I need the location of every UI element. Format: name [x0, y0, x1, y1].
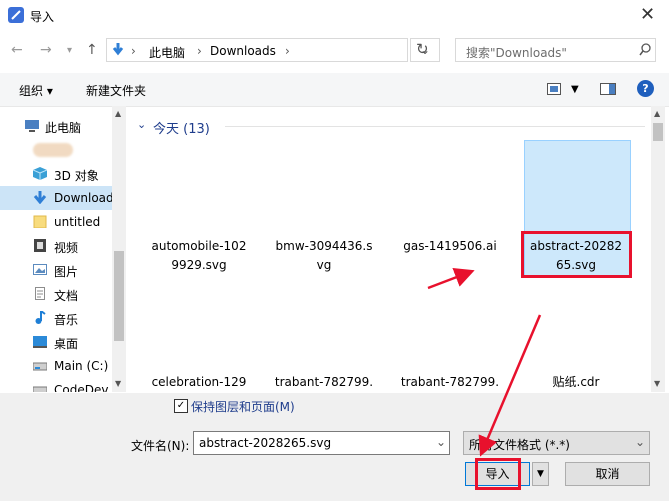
- file-automobile[interactable]: automobile-102 9929.svg: [144, 237, 254, 275]
- sidebar-item-label: 视频: [54, 241, 79, 255]
- search-icon[interactable]: [638, 42, 652, 58]
- chevron-down-icon[interactable]: ▼: [571, 84, 579, 95]
- annotation-arrow: [427, 267, 475, 290]
- sidebar-item-main-drive[interactable]: Main (C:): [0, 354, 112, 378]
- filename-input[interactable]: abstract-2028265.svg ⌄: [193, 431, 450, 455]
- sidebar-item-label: untitled: [54, 215, 101, 229]
- preview-pane-icon[interactable]: [600, 83, 617, 96]
- content-scrollbar[interactable]: ▲ ▼: [651, 106, 665, 392]
- file-type-select[interactable]: 所有文件格式 (*.*) ⌄: [463, 431, 650, 455]
- filename-value: abstract-2028265.svg: [199, 436, 332, 450]
- close-icon[interactable]: ✕: [640, 4, 655, 25]
- address-bar[interactable]: › 此电脑 › Downloads ›: [106, 38, 408, 62]
- scroll-up-icon[interactable]: ▲: [654, 109, 660, 118]
- recent-dropdown-icon[interactable]: ▾: [67, 45, 72, 56]
- chevron-right-icon: ›: [131, 44, 136, 58]
- sidebar-item-label: 音乐: [54, 313, 79, 327]
- command-toolbar: 组织 ▾ 新建文件夹 ▼ ?: [0, 73, 669, 107]
- sidebar-item-untitled[interactable]: untitled: [0, 210, 112, 234]
- chevron-right-icon: ›: [197, 44, 202, 58]
- chevron-down-icon[interactable]: ⌄: [436, 435, 446, 449]
- download-arrow-icon: [112, 43, 124, 56]
- keep-layers-checkbox[interactable]: ✓: [174, 399, 188, 413]
- file-trabant-2[interactable]: trabant-782799.: [395, 373, 505, 392]
- file-name-line: vg: [316, 258, 332, 272]
- file-name-line: gas-1419506.ai: [403, 239, 497, 253]
- scrollbar-thumb[interactable]: [653, 123, 663, 141]
- file-sticker-cdr[interactable]: 贴纸.cdr: [521, 373, 631, 392]
- chevron-right-icon: ›: [285, 44, 290, 58]
- file-thumbnail-selected[interactable]: [524, 140, 631, 236]
- sidebar-item-user[interactable]: [0, 138, 112, 162]
- sidebar-item-label: CodeDev: [54, 383, 109, 392]
- group-header-today[interactable]: 今天 (13): [153, 118, 210, 137]
- file-bmw[interactable]: bmw-3094436.s vg: [269, 237, 379, 275]
- sidebar-item-music[interactable]: 音乐: [0, 306, 112, 330]
- sidebar-item-downloads[interactable]: Downloads: [0, 186, 112, 210]
- file-gas[interactable]: gas-1419506.ai: [395, 237, 505, 256]
- collapse-group-icon[interactable]: ⌄: [137, 118, 146, 131]
- annotation-highlight-file: [521, 231, 632, 278]
- up-icon[interactable]: ↑: [86, 42, 98, 58]
- new-folder-button[interactable]: 新建文件夹: [86, 82, 146, 99]
- file-type-value: 所有文件格式 (*.*): [469, 438, 570, 452]
- sidebar-item-label: Downloads: [54, 191, 112, 205]
- file-name-line: automobile-102: [151, 239, 247, 253]
- music-note-icon: [35, 311, 46, 324]
- organize-menu[interactable]: 组织 ▾: [19, 82, 53, 99]
- search-input[interactable]: 搜索"Downloads": [455, 38, 656, 62]
- sidebar-item-label: Main (C:): [54, 359, 109, 373]
- sidebar-item-3d-objects[interactable]: 3D 对象: [0, 162, 112, 186]
- app-icon: [8, 7, 24, 23]
- drive-icon: [33, 386, 47, 392]
- sidebar-item-this-pc[interactable]: 此电脑: [0, 114, 112, 138]
- filename-label: 文件名(N):: [131, 439, 190, 453]
- sidebar-item-label: 3D 对象: [54, 169, 99, 183]
- sidebar-item-label: 文档: [54, 289, 79, 303]
- sidebar-item-codedev[interactable]: CodeDev: [0, 378, 112, 392]
- refresh-icon[interactable]: ↻: [416, 40, 429, 58]
- scrollbar-thumb[interactable]: [114, 251, 124, 341]
- file-name-line: bmw-3094436.s: [275, 239, 373, 253]
- back-icon[interactable]: ←: [11, 42, 23, 58]
- film-icon: [34, 239, 46, 252]
- breadcrumb-this-pc[interactable]: 此电脑: [149, 44, 185, 61]
- desktop-icon: [33, 336, 47, 348]
- sidebar-item-documents[interactable]: 文档: [0, 282, 112, 306]
- keep-layers-label[interactable]: 保持图层和页面(M): [191, 398, 295, 415]
- document-icon: [35, 287, 45, 300]
- breadcrumb-downloads[interactable]: Downloads: [210, 44, 276, 58]
- search-placeholder: 搜索"Downloads": [466, 46, 567, 60]
- group-divider: [225, 126, 645, 127]
- chevron-down-icon[interactable]: ⌄: [635, 435, 645, 449]
- cancel-button[interactable]: 取消: [565, 462, 650, 486]
- drive-icon: [33, 362, 47, 371]
- sidebar-item-label: 此电脑: [45, 121, 82, 135]
- download-arrow-icon: [33, 191, 47, 204]
- sidebar-item-desktop[interactable]: 桌面: [0, 330, 112, 354]
- file-name-line: 9929.svg: [171, 258, 227, 272]
- scroll-up-icon[interactable]: ▲: [115, 109, 121, 118]
- folder-icon: [33, 215, 47, 228]
- file-trabant-1[interactable]: trabant-782799.: [269, 373, 379, 392]
- picture-icon: [33, 264, 47, 275]
- sidebar-scrollbar[interactable]: ▲ ▼: [112, 106, 126, 392]
- title-bar: 导入 ✕: [0, 0, 669, 32]
- computer-icon: [25, 120, 39, 132]
- annotation-highlight-import: [475, 458, 521, 490]
- sidebar-item-label: 图片: [54, 265, 79, 279]
- sidebar-item-pictures[interactable]: 图片: [0, 258, 112, 282]
- user-icon: [33, 143, 73, 157]
- sidebar-item-label: 桌面: [54, 337, 79, 351]
- view-mode-icon[interactable]: [547, 83, 563, 96]
- sidebar-item-videos[interactable]: 视频: [0, 234, 112, 258]
- scroll-down-icon[interactable]: ▼: [654, 379, 660, 388]
- help-icon[interactable]: ?: [637, 80, 654, 97]
- forward-icon[interactable]: →: [40, 42, 52, 58]
- import-dropdown-icon[interactable]: ▼: [532, 462, 549, 486]
- cube-icon: [33, 167, 47, 180]
- scroll-down-icon[interactable]: ▼: [115, 379, 121, 388]
- window-title: 导入: [30, 10, 55, 24]
- file-celebration[interactable]: celebration-129: [144, 373, 254, 392]
